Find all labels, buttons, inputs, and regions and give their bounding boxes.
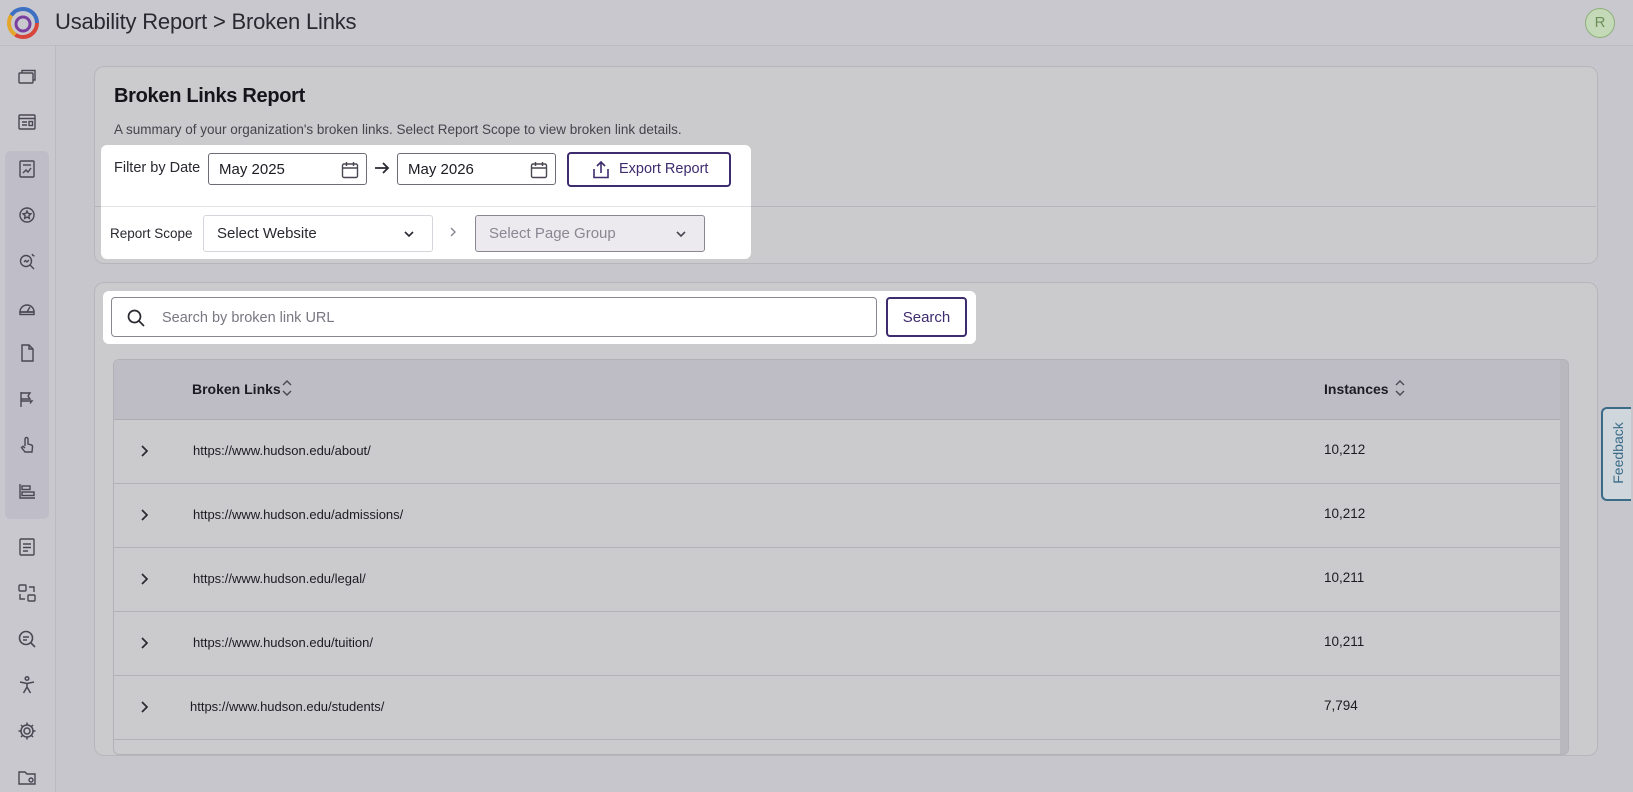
top-bar: Usability Report > Broken Links R bbox=[0, 0, 1633, 46]
table-row[interactable]: https://www.hudson.edu/students/ 7,794 bbox=[114, 676, 1560, 740]
chevron-down-icon bbox=[676, 231, 686, 238]
table-scrollbar[interactable] bbox=[1560, 360, 1568, 754]
sort-icon[interactable] bbox=[1394, 379, 1406, 397]
accessibility-icon[interactable] bbox=[14, 672, 40, 698]
report-title: Broken Links Report bbox=[114, 85, 305, 107]
report-description: A summary of your organization's broken … bbox=[114, 122, 682, 137]
page-group-select[interactable]: Select Page Group bbox=[475, 215, 705, 252]
app-logo[interactable] bbox=[6, 6, 40, 40]
arrow-right-icon bbox=[375, 162, 390, 174]
website-select-value: Select Website bbox=[217, 225, 317, 242]
page-title: Usability Report > Broken Links bbox=[55, 9, 357, 34]
start-date-field[interactable]: May 2025 bbox=[208, 153, 367, 185]
instances-value: 10,212 bbox=[1324, 442, 1366, 457]
table-row[interactable]: https://www.hudson.edu/about/ 10,212 bbox=[114, 420, 1560, 484]
export-report-button[interactable]: Export Report bbox=[567, 152, 731, 187]
windows-icon[interactable] bbox=[14, 64, 40, 90]
page-group-select-value: Select Page Group bbox=[489, 225, 616, 242]
search-analytics-icon[interactable] bbox=[14, 248, 40, 274]
table-row[interactable]: https://www.hudson.edu/tuition/ 10,211 bbox=[114, 612, 1560, 676]
table-header: Broken Links Instances bbox=[114, 360, 1560, 420]
folder-settings-icon[interactable] bbox=[14, 764, 40, 790]
chevron-right-icon bbox=[450, 227, 456, 237]
instances-value: 7,794 bbox=[1324, 698, 1358, 713]
calendar-icon[interactable] bbox=[529, 160, 549, 180]
broken-links-table: Broken Links Instances https://www.hudso… bbox=[113, 359, 1569, 755]
search-field[interactable] bbox=[111, 297, 877, 337]
instances-value: 10,211 bbox=[1324, 570, 1365, 585]
dashboard-card-icon[interactable] bbox=[14, 109, 40, 135]
flag-icon[interactable] bbox=[14, 386, 40, 412]
report-scope-label: Report Scope bbox=[110, 226, 193, 241]
export-report-label: Export Report bbox=[619, 161, 709, 177]
search-input[interactable] bbox=[160, 306, 854, 330]
end-date-value: May 2026 bbox=[408, 161, 474, 178]
broken-link-url: https://www.hudson.edu/about/ bbox=[193, 443, 371, 458]
sort-icon[interactable] bbox=[281, 379, 293, 397]
table-row[interactable]: https://www.hudson.edu/legal/ 10,211 bbox=[114, 548, 1560, 612]
chevron-right-icon[interactable] bbox=[139, 636, 151, 650]
document-list-icon[interactable] bbox=[14, 534, 40, 560]
chevron-right-icon[interactable] bbox=[139, 572, 151, 586]
start-date-value: May 2025 bbox=[219, 161, 285, 178]
chevron-right-icon[interactable] bbox=[139, 700, 151, 714]
bar-align-icon[interactable] bbox=[14, 478, 40, 504]
end-date-field[interactable]: May 2026 bbox=[397, 153, 556, 185]
instances-value: 10,211 bbox=[1324, 634, 1365, 649]
table-row[interactable]: https://www.hudson.edu/admissions/ 10,21… bbox=[114, 484, 1560, 548]
transfer-icon[interactable] bbox=[14, 580, 40, 606]
search-insights-icon[interactable] bbox=[14, 626, 40, 652]
share-upload-icon bbox=[593, 160, 609, 179]
broken-link-url: https://www.hudson.edu/legal/ bbox=[193, 571, 366, 586]
search-button[interactable]: Search bbox=[886, 297, 967, 337]
search-icon bbox=[127, 309, 145, 327]
feedback-tab[interactable]: Feedback bbox=[1601, 407, 1631, 501]
filter-divider bbox=[101, 206, 751, 207]
website-select[interactable]: Select Website bbox=[203, 215, 433, 252]
column-header-broken-links[interactable]: Broken Links bbox=[192, 381, 281, 397]
calendar-icon[interactable] bbox=[340, 160, 360, 180]
chevron-right-icon[interactable] bbox=[139, 508, 151, 522]
gauge-icon[interactable] bbox=[14, 294, 40, 320]
broken-link-url: https://www.hudson.edu/tuition/ bbox=[193, 635, 373, 650]
column-header-instances[interactable]: Instances bbox=[1324, 381, 1389, 397]
gear-icon[interactable] bbox=[14, 718, 40, 744]
filter-by-date-label: Filter by Date bbox=[114, 160, 201, 176]
report-icon[interactable] bbox=[14, 156, 40, 182]
page-icon[interactable] bbox=[14, 340, 40, 366]
badge-icon[interactable] bbox=[14, 202, 40, 228]
search-button-label: Search bbox=[902, 309, 951, 326]
avatar[interactable]: R bbox=[1585, 8, 1615, 38]
feedback-label: Feedback bbox=[1610, 422, 1626, 484]
sidebar bbox=[0, 46, 56, 792]
instances-value: 10,212 bbox=[1324, 506, 1366, 521]
chevron-down-icon bbox=[404, 231, 414, 238]
hand-pointer-icon[interactable] bbox=[14, 432, 40, 458]
broken-link-url: https://www.hudson.edu/students/ bbox=[190, 699, 385, 714]
chevron-right-icon[interactable] bbox=[139, 444, 151, 458]
broken-link-url: https://www.hudson.edu/admissions/ bbox=[193, 507, 404, 522]
